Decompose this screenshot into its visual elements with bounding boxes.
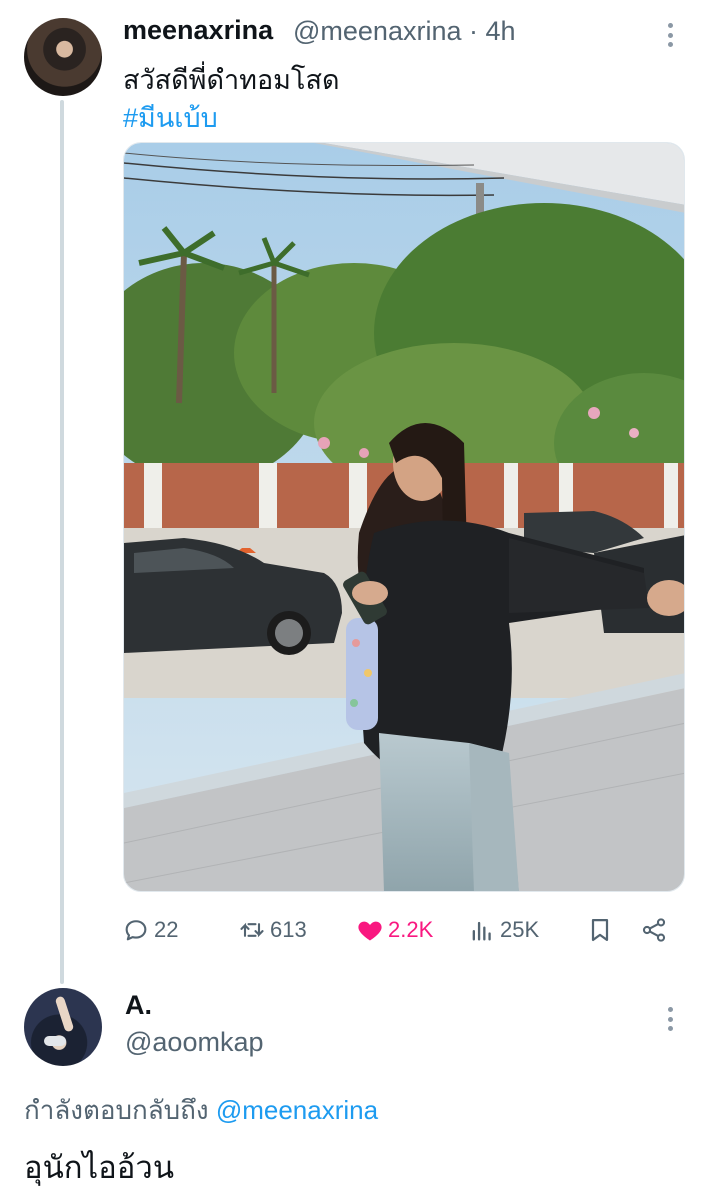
reply-button[interactable]: 22 [122,916,178,944]
retweet-button[interactable]: 613 [238,916,307,944]
share-icon [642,918,666,942]
reply-author-avatar[interactable] [24,988,102,1066]
author-name[interactable]: meenaxrina [123,15,273,46]
author-handle-time[interactable]: @meenaxrina · 4h [293,16,516,47]
replying-to-line: กำลังตอบกลับถึง @meenaxrina [24,1090,378,1131]
thread-connector-line [60,100,64,984]
retweet-icon [240,922,264,938]
reply-text: อุนักไออ้วน [24,1150,175,1185]
reply-icon [125,920,147,941]
share-button[interactable] [640,916,672,944]
reply-author-handle[interactable]: @aoomkap [125,1027,263,1058]
hashtag-link[interactable]: #มีนเบ้บ [123,96,218,139]
reply-author-name[interactable]: A. [125,990,152,1021]
retweet-count: 613 [270,917,307,942]
more-options-icon[interactable] [660,20,680,50]
tweet-photo[interactable] [123,142,685,892]
tweet-text: สวัสดีพี่ดำทอมโสด [123,65,340,95]
views-count: 25K [500,917,540,942]
views-button[interactable]: 25K [468,916,539,944]
bookmark-icon [591,918,609,942]
photo-illustration [124,143,684,891]
heart-filled-icon [358,921,382,941]
author-handle[interactable]: @meenaxrina [293,16,462,46]
bookmark-button[interactable] [586,916,618,944]
reply-count: 22 [154,917,179,942]
tweet-time: · 4h [469,16,516,46]
reply-more-options-icon[interactable] [660,1004,680,1034]
like-count: 2.2K [388,917,434,942]
like-button[interactable]: 2.2K [356,916,433,944]
views-chart-icon [472,921,491,941]
replying-to-mention[interactable]: @meenaxrina [216,1095,378,1125]
replying-to-label: กำลังตอบกลับถึง [24,1095,209,1125]
tweet-action-bar: 22 613 2.2K 25K [0,912,709,948]
author-avatar[interactable] [24,18,102,96]
